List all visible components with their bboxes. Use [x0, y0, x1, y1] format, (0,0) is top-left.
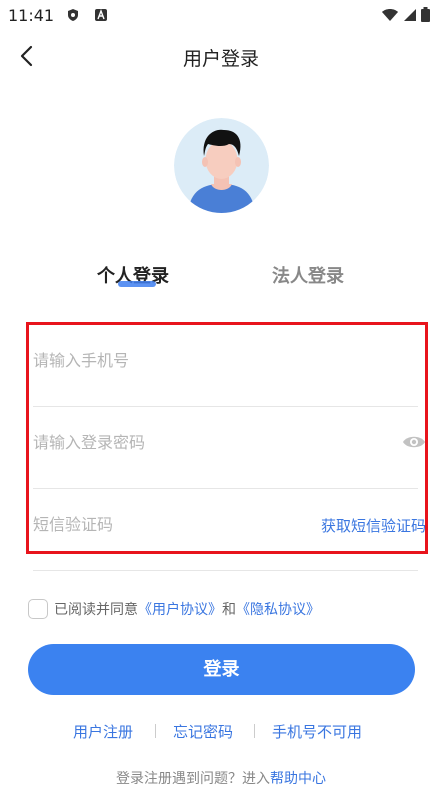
password-field-row [33, 407, 425, 489]
agreement-prefix: 已阅读并同意 [54, 602, 138, 618]
nav-bar: 用户登录 [0, 32, 442, 80]
tab-active-indicator [118, 281, 156, 287]
tab-legal-login[interactable]: 法人登录 [272, 262, 344, 288]
agreement-row: 已阅读并同意 《用户协议》 和 《隐私协议》 [28, 599, 320, 619]
eye-icon[interactable] [402, 433, 426, 451]
agreement-checkbox[interactable] [28, 599, 48, 619]
battery-icon [421, 7, 430, 22]
wifi-icon [382, 8, 398, 21]
user-agreement-link[interactable]: 《用户协议》 [138, 599, 222, 619]
sms-field-row: 获取短信验证码 [33, 489, 426, 571]
get-sms-code-button[interactable]: 获取短信验证码 [321, 515, 426, 536]
shield-app-icon [68, 9, 78, 21]
register-link[interactable]: 用户注册 [73, 721, 133, 742]
privacy-agreement-link[interactable]: 《隐私协议》 [236, 599, 320, 619]
help-center-link[interactable]: 帮助中心 [270, 771, 326, 785]
login-button[interactable]: 登录 [28, 644, 415, 695]
font-app-icon [95, 9, 107, 21]
help-row: 登录注册遇到问题？进入帮助中心 [0, 768, 442, 785]
page-title: 用户登录 [182, 48, 259, 70]
link-divider [254, 724, 255, 738]
sms-code-input[interactable] [33, 511, 283, 537]
login-form: 获取短信验证码 [26, 322, 428, 571]
phone-unavailable-link[interactable]: 手机号不可用 [272, 721, 362, 742]
help-prefix: 登录注册遇到问题？进入 [116, 771, 270, 785]
agreement-and: 和 [222, 602, 236, 618]
signal-icon [404, 8, 416, 21]
link-divider [155, 724, 156, 738]
forgot-password-link[interactable]: 忘记密码 [173, 721, 233, 742]
avatar [174, 118, 269, 213]
phone-input[interactable] [33, 347, 363, 373]
bottom-links: 用户注册 忘记密码 手机号不可用 [0, 721, 442, 743]
phone-field-row [33, 325, 418, 407]
status-bar: 11:41 [0, 0, 442, 32]
password-input[interactable] [33, 429, 363, 455]
status-time: 11:41 [8, 6, 55, 25]
